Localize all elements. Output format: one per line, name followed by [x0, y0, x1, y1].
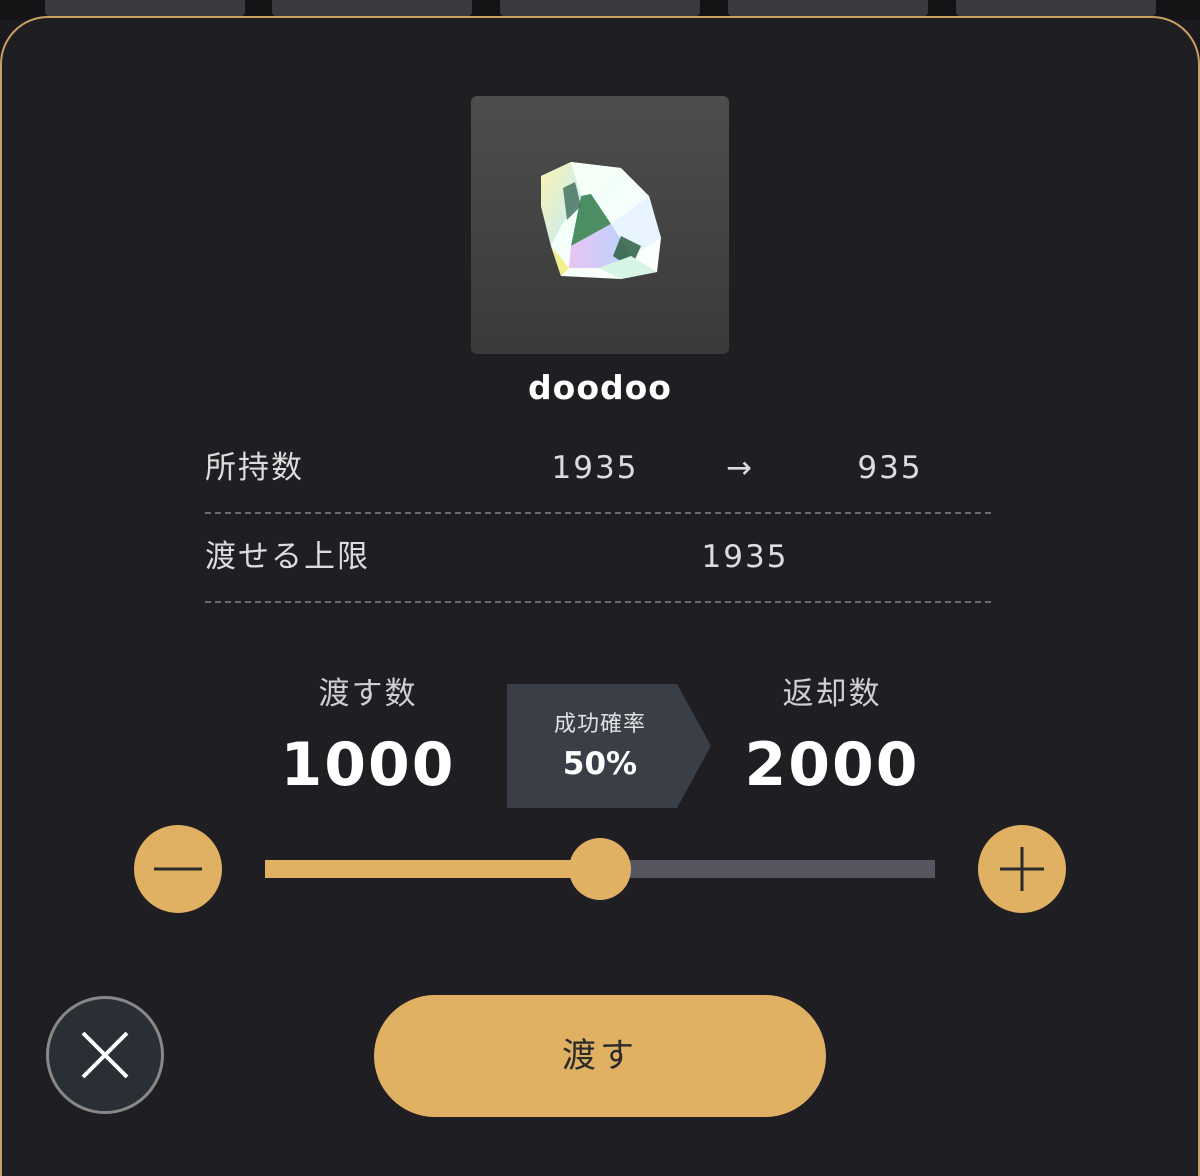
- close-icon: [81, 1031, 129, 1079]
- success-rate-value: 50%: [562, 746, 638, 782]
- limit-label: 渡せる上限: [205, 539, 370, 575]
- plus-icon: [1000, 847, 1044, 891]
- give-button[interactable]: 渡す: [374, 995, 826, 1117]
- slider-fill: [265, 860, 600, 878]
- background-tile: [728, 0, 928, 16]
- success-rate-badge: 成功確率 50%: [507, 684, 713, 808]
- give-count-value: 1000: [280, 730, 456, 800]
- item-name: doodoo: [528, 368, 672, 407]
- success-rate-label: 成功確率: [553, 712, 646, 737]
- holdings-after: 935: [857, 450, 923, 486]
- holdings-arrow: →: [726, 450, 754, 486]
- give-count-label: 渡す数: [318, 676, 418, 712]
- close-button[interactable]: [46, 996, 164, 1114]
- minus-icon: [154, 867, 202, 871]
- slider-thumb[interactable]: [569, 838, 631, 900]
- background-tile: [45, 0, 245, 16]
- item-image: [471, 96, 729, 354]
- limit-value: 1935: [701, 539, 789, 575]
- increase-button[interactable]: [978, 825, 1066, 913]
- background-tile: [956, 0, 1156, 16]
- return-count-label: 返却数: [782, 676, 882, 712]
- holdings-row: 所持数 1935 → 935: [205, 426, 991, 514]
- background-tile: [272, 0, 472, 16]
- holdings-label: 所持数: [205, 450, 304, 486]
- decrease-button[interactable]: [134, 825, 222, 913]
- diamond-icon: [541, 162, 661, 279]
- limit-row: 渡せる上限 1935: [205, 515, 991, 603]
- return-count-value: 2000: [744, 730, 920, 800]
- holdings-current: 1935: [551, 450, 639, 486]
- give-count-slider[interactable]: [265, 838, 935, 900]
- background-tile: [500, 0, 700, 16]
